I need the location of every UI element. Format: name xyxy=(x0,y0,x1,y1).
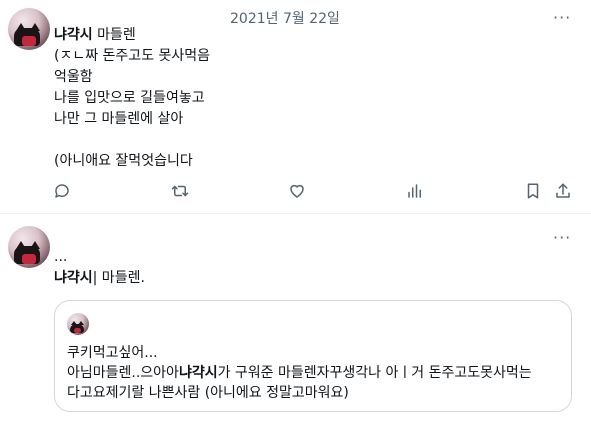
quoted-text-line: 아님마들렌..으아아냐갹시가 구워준 마들렌자꾸생각나 아ㅣ거 돈주고도못사먹는 xyxy=(67,365,532,381)
tweet-date: 2021년 7월 22일 xyxy=(230,11,340,27)
avatar[interactable] xyxy=(8,8,50,50)
more-options-icon[interactable]: ··· xyxy=(553,10,571,26)
quoted-tweet-card[interactable]: 쿠키먹고싶어... 아님마들렌..으아아냐갹시가 구워준 마들렌자꾸생각나 아ㅣ… xyxy=(54,300,572,412)
analytics-icon[interactable] xyxy=(406,182,424,200)
reply-icon[interactable] xyxy=(53,182,71,200)
like-icon[interactable] xyxy=(288,182,306,200)
quoted-text-line: 다고요제기랄 나쁜사람 (아니에요 정말고마워요) xyxy=(67,385,349,401)
mention-name: 냐갹시 xyxy=(178,365,218,381)
author-name[interactable]: 냐갹시 xyxy=(54,270,93,286)
retweet-icon[interactable] xyxy=(171,182,189,200)
tweet-text-line: 냐갹시| 마들렌. xyxy=(54,270,145,286)
tweet-text-line: (ㅈㄴ짜 돈주고도 못사먹음 xyxy=(54,48,211,64)
tweet-text-line: 억울함 xyxy=(54,69,93,85)
avatar[interactable] xyxy=(8,226,50,268)
tweet-text-line: 나만 그 마들렌에 살아 xyxy=(54,111,184,127)
more-options-icon[interactable]: ··· xyxy=(553,230,571,246)
tweet-divider xyxy=(0,213,591,214)
tweet-text-line: ... xyxy=(54,249,68,265)
bookmark-icon[interactable] xyxy=(524,182,542,200)
tweet-text-line: 냐갹시 마들렌 xyxy=(54,27,136,43)
tweet-text-line: 나를 입맛으로 길들여놓고 xyxy=(54,90,205,106)
avatar xyxy=(67,313,89,335)
share-icon[interactable] xyxy=(554,182,572,200)
quoted-text-line: 쿠키먹고싶어... xyxy=(67,345,158,361)
author-name[interactable]: 냐갹시 xyxy=(54,27,93,43)
tweet-text-line: (아니애요 잘먹엇습니다 xyxy=(54,153,193,169)
